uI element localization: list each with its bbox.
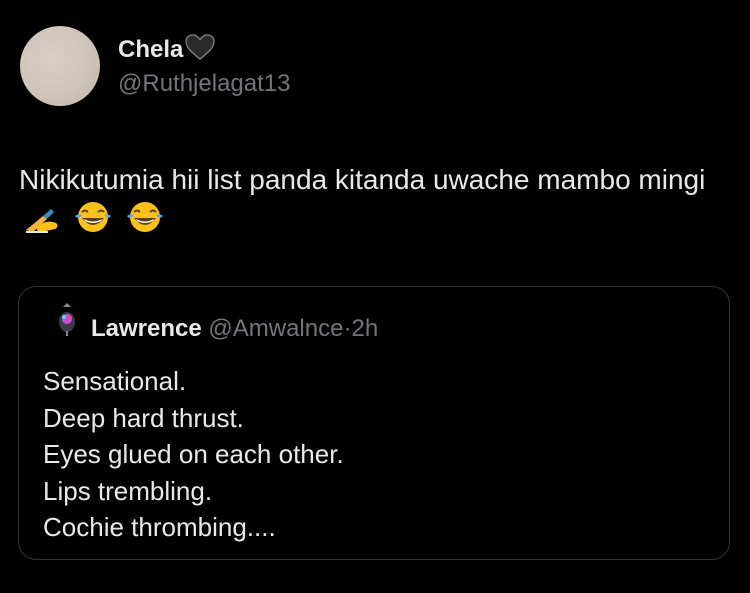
quoted-tweet-header: Lawrence @Amwalnce·2h	[91, 315, 378, 343]
quoted-tweet-line: Deep hard thrust.	[43, 402, 244, 433]
quoted-author-handle[interactable]: @Amwalnce	[208, 315, 343, 342]
quoted-author-avatar[interactable]	[49, 301, 85, 337]
author-avatar[interactable]	[20, 26, 100, 106]
tweet-body: Nikikutumia hii list panda kitanda uwach…	[19, 160, 739, 245]
quoted-tweet-line: Lips trembling.	[43, 475, 213, 506]
quoted-tweet-line: Sensational.	[43, 366, 187, 396]
quoted-author-name[interactable]: Lawrence	[91, 315, 202, 342]
quoted-tweet-card[interactable]: Lawrence @Amwalnce·2h Sensational. Deep …	[18, 286, 730, 560]
tears-of-joy-icon	[125, 200, 165, 245]
quoted-tweet-time[interactable]: 2h	[351, 315, 378, 342]
author-handle[interactable]: @Ruthjelagat13	[118, 70, 290, 98]
author-display-name[interactable]: Chela	[118, 34, 215, 67]
tears-of-joy-icon	[73, 200, 113, 245]
tweet-text: Nikikutumia hii list panda kitanda uwach…	[19, 164, 706, 195]
black-heart-icon	[185, 34, 215, 67]
writing-hand-icon	[23, 205, 61, 245]
quoted-tweet-line: Cochie thrombing....	[43, 512, 276, 542]
quoted-tweet-body: Sensational. Deep hard thrust. Eyes glue…	[43, 363, 344, 546]
quoted-tweet-line: Eyes glued on each other.	[43, 439, 344, 469]
author-name-text[interactable]: Chela	[118, 36, 183, 63]
